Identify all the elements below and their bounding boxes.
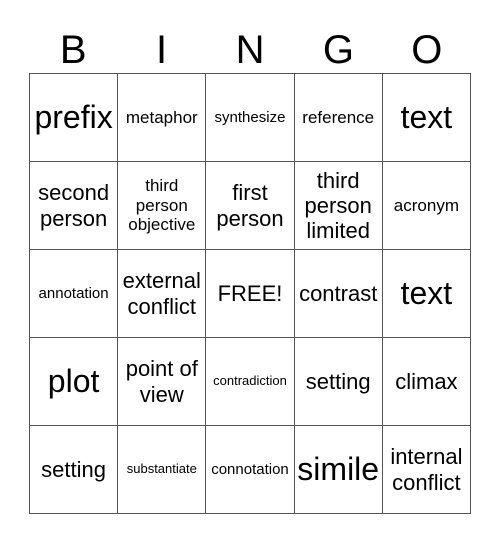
header-letter-i: I bbox=[156, 28, 168, 72]
bingo-cell[interactable]: reference bbox=[294, 74, 383, 162]
bingo-cell[interactable]: contrast bbox=[294, 250, 383, 338]
header-letter-b: B bbox=[59, 28, 87, 72]
header-letter-g: G bbox=[322, 28, 354, 72]
bingo-cell[interactable]: third person objective bbox=[118, 162, 207, 250]
bingo-cell[interactable]: point of view bbox=[118, 338, 207, 426]
bingo-cell[interactable]: plot bbox=[30, 338, 119, 426]
bingo-cell[interactable]: simile bbox=[294, 426, 383, 514]
header-letter-n: N bbox=[235, 28, 265, 72]
bingo-cell[interactable]: acronym bbox=[382, 162, 471, 250]
bingo-cell[interactable]: third person limited bbox=[294, 162, 383, 250]
bingo-cell[interactable]: second person bbox=[30, 162, 119, 250]
bingo-cell[interactable]: internal conflict bbox=[382, 426, 471, 514]
bingo-cell[interactable]: text bbox=[382, 74, 471, 162]
bingo-grid: prefix metaphor synthesize reference text sec… bbox=[29, 73, 471, 514]
bingo-cell[interactable]: FREE! bbox=[206, 250, 295, 338]
bingo-cell[interactable]: substantiate bbox=[118, 426, 207, 514]
bingo-cell[interactable]: external conflict bbox=[118, 250, 207, 338]
bingo-cell[interactable]: text bbox=[382, 250, 471, 338]
bingo-cell[interactable]: synthesize bbox=[206, 74, 295, 162]
bingo-cell[interactable]: metaphor bbox=[118, 74, 207, 162]
bingo-cell[interactable]: connotation bbox=[206, 426, 295, 514]
bingo-cell[interactable]: setting bbox=[294, 338, 383, 426]
bingo-cell[interactable]: setting bbox=[30, 426, 119, 514]
bingo-header: B I N G O bbox=[29, 28, 471, 72]
bingo-cell[interactable]: prefix bbox=[30, 74, 119, 162]
bingo-cell[interactable]: annotation bbox=[30, 250, 119, 338]
bingo-cell[interactable]: climax bbox=[382, 338, 471, 426]
header-letter-o: O bbox=[411, 28, 443, 72]
bingo-cell[interactable]: contradiction bbox=[206, 338, 295, 426]
bingo-cell[interactable]: first person bbox=[206, 162, 295, 250]
